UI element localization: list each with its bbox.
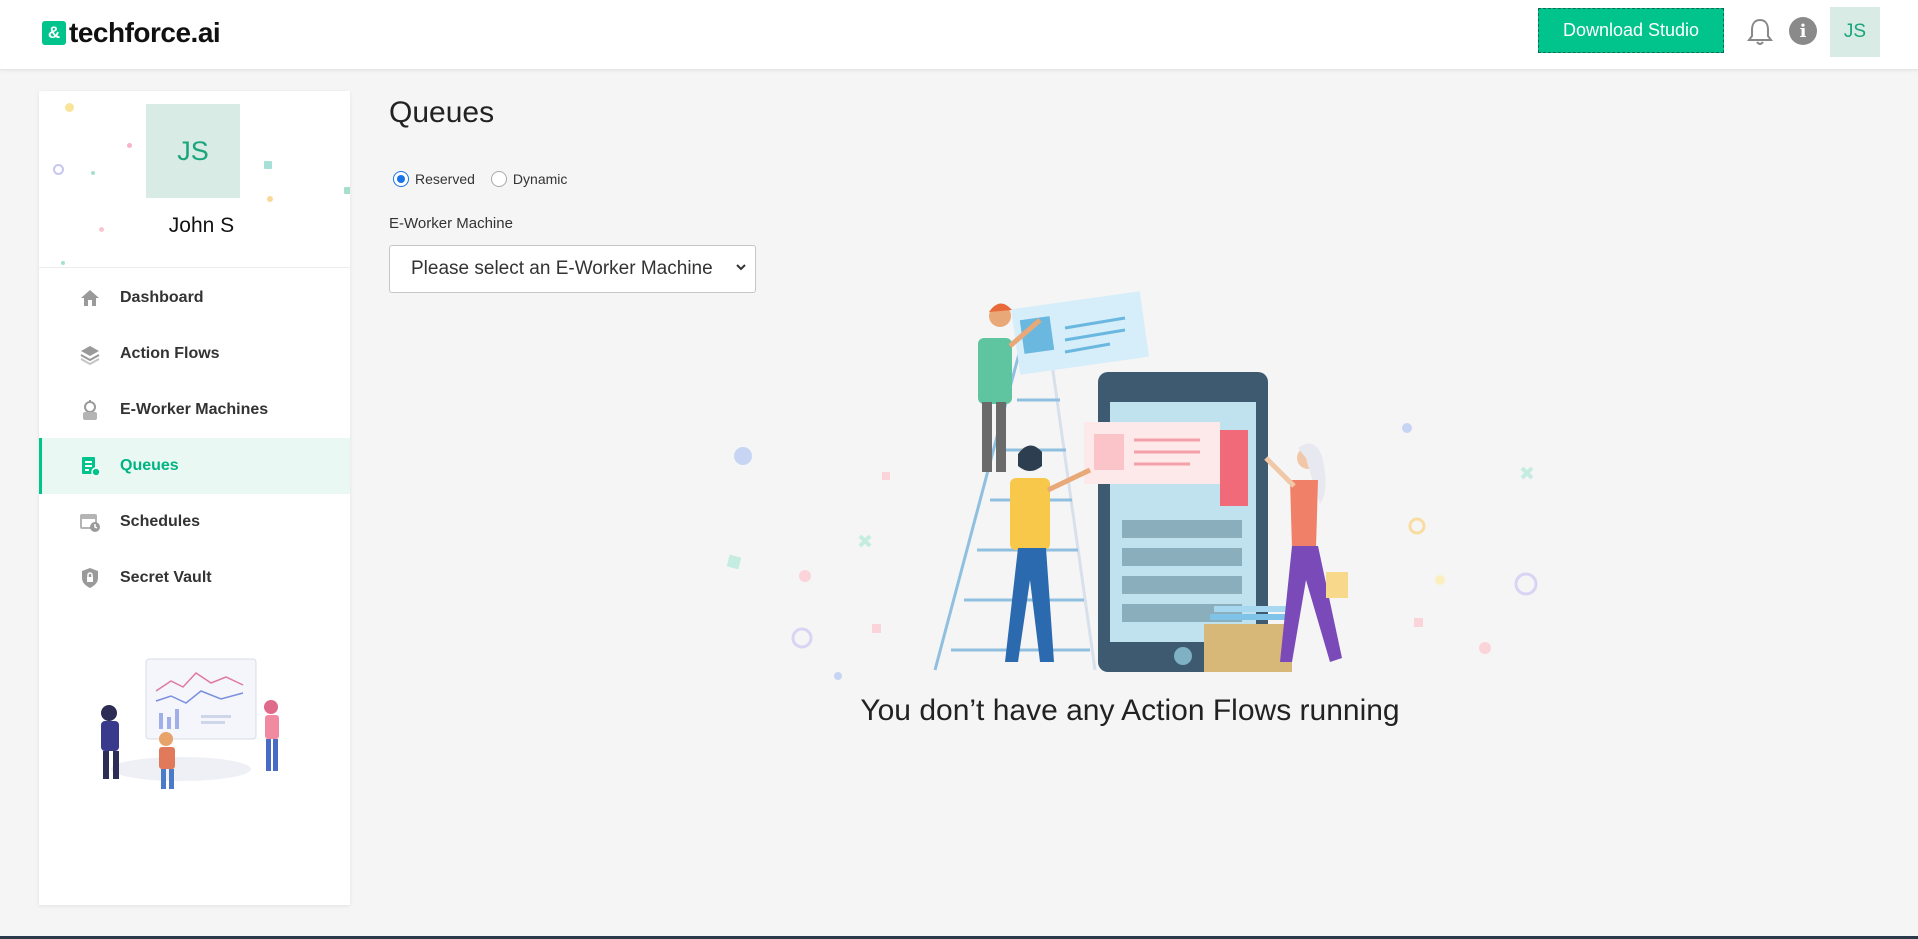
sidebar-item-schedules[interactable]: Schedules <box>39 494 350 550</box>
e-worker-machine-select[interactable]: Please select an E-Worker Machine <box>389 245 756 293</box>
radio-dynamic-label: Dynamic <box>512 171 568 187</box>
sidebar: JS John S Dashboard Action Flows E-Worke… <box>39 91 350 905</box>
calendar-icon <box>79 511 101 533</box>
chevron-down-icon <box>735 260 747 276</box>
sidebar-item-label: Queues <box>120 457 179 474</box>
top-bar: & techforce.ai Download Studio i JS <box>0 0 1918 70</box>
profile-name: John S <box>168 214 235 237</box>
confetti-decoration <box>127 143 132 148</box>
sidebar-item-action-flows[interactable]: Action Flows <box>39 326 350 382</box>
download-studio-button[interactable]: Download Studio <box>1538 8 1724 53</box>
confetti-decoration <box>61 261 65 265</box>
sidebar-nav: Dashboard Action Flows E-Worker Machines… <box>39 270 350 606</box>
logo-mark: & <box>42 21 66 45</box>
confetti-decoration <box>344 187 350 194</box>
sidebar-item-label: Secret Vault <box>120 569 212 586</box>
info-icon[interactable]: i <box>1789 17 1817 45</box>
sidebar-item-queues[interactable]: Queues <box>39 438 350 494</box>
sidebar-item-label: E-Worker Machines <box>120 401 269 418</box>
profile-card: JS John S <box>39 91 350 268</box>
e-worker-machine-label: E-Worker Machine <box>389 215 513 232</box>
radio-reserved-label: Reserved <box>415 171 475 187</box>
confetti-decoration <box>53 164 64 175</box>
team-dashboard-illustration <box>71 651 311 801</box>
sidebar-item-label: Schedules <box>120 513 201 530</box>
radio-dynamic[interactable]: Dynamic <box>490 171 568 187</box>
logo-text: techforce.ai <box>69 17 221 48</box>
radio-reserved-circle[interactable] <box>393 171 409 187</box>
empty-state-message: You don’t have any Action Flows running <box>860 694 1400 727</box>
layers-icon <box>79 343 101 365</box>
robot-icon <box>79 399 101 421</box>
radio-reserved[interactable]: Reserved <box>393 171 475 187</box>
bell-icon[interactable] <box>1746 17 1774 47</box>
sidebar-item-label: Action Flows <box>120 345 220 362</box>
radio-dynamic-circle[interactable] <box>490 171 507 187</box>
confetti-decoration <box>264 161 272 169</box>
queue-list-icon <box>79 455 101 477</box>
logo[interactable]: & techforce.ai <box>42 17 221 49</box>
shield-icon <box>79 567 101 589</box>
sidebar-item-secret-vault[interactable]: Secret Vault <box>39 550 350 606</box>
empty-state-illustration <box>720 290 1540 690</box>
confetti-decoration <box>65 103 74 112</box>
home-icon <box>79 287 101 309</box>
queue-type-radio-group: Reserved Dynamic <box>393 171 583 187</box>
confetti-decoration <box>267 196 273 202</box>
confetti-decoration <box>91 171 95 175</box>
sidebar-item-dashboard[interactable]: Dashboard <box>39 270 350 326</box>
sidebar-item-e-worker-machines[interactable]: E-Worker Machines <box>39 382 350 438</box>
profile-avatar[interactable]: JS <box>146 104 240 198</box>
user-avatar[interactable]: JS <box>1830 7 1880 57</box>
select-placeholder: Please select an E-Worker Machine <box>411 258 713 279</box>
sidebar-item-label: Dashboard <box>120 289 204 306</box>
page-title: Queues <box>389 96 495 129</box>
